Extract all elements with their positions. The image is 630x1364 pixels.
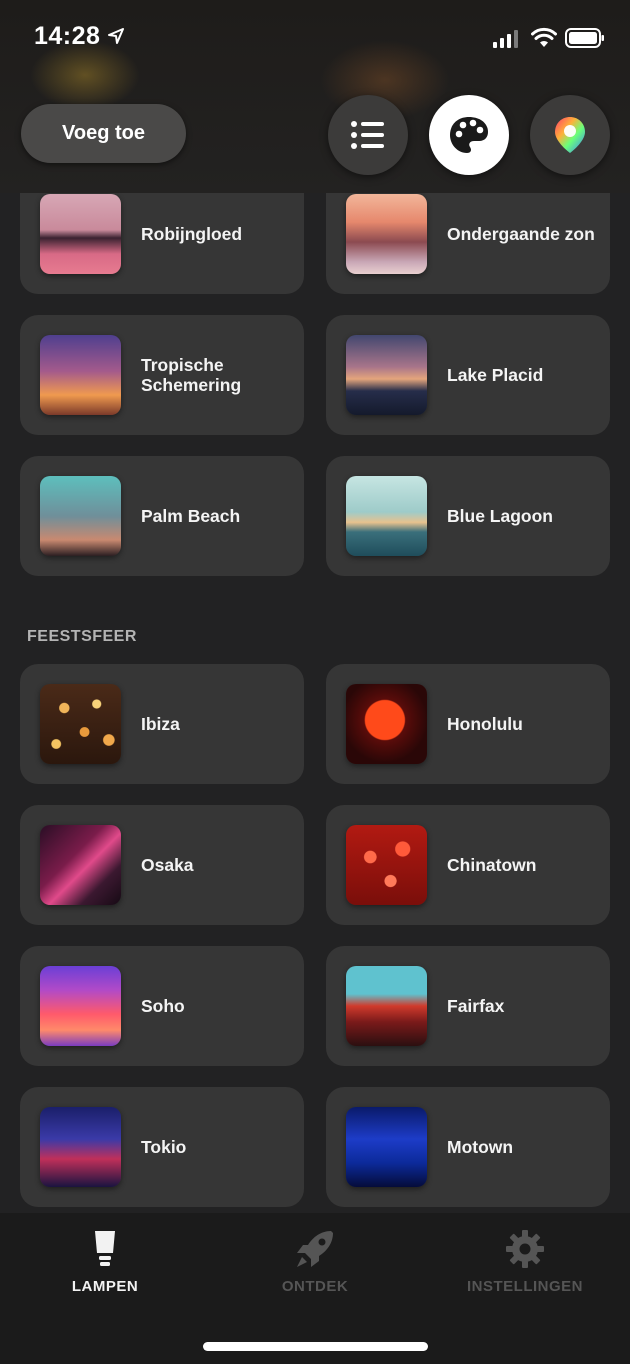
- scene-thumbnail: [40, 684, 121, 764]
- section-title-feestsfeer: FEESTSFEER: [27, 628, 137, 645]
- scene-thumbnail: [40, 966, 121, 1046]
- rocket-icon: [297, 1231, 333, 1267]
- home-indicator[interactable]: [203, 1342, 428, 1351]
- location-arrow-icon: [108, 28, 124, 44]
- scene-label: Tokio: [141, 1137, 187, 1157]
- scene-thumbnail: [346, 1107, 427, 1187]
- scene-thumbnail: [346, 966, 427, 1046]
- nav-label: LAMPEN: [71, 1278, 139, 1295]
- scene-label: Osaka: [141, 855, 194, 875]
- scene-card-osaka[interactable]: Osaka: [20, 805, 304, 925]
- scene-thumbnail: [40, 476, 121, 556]
- scene-thumbnail: [346, 684, 427, 764]
- scene-grid: Robijngloed Ondergaande zon Tropische Sc…: [0, 0, 630, 1364]
- cellular-signal-icon: [493, 30, 518, 48]
- scene-label: Ibiza: [141, 714, 180, 734]
- scene-thumbnail: [346, 194, 427, 274]
- nav-label: ONTDEK: [281, 1278, 349, 1295]
- scene-label: Blue Lagoon: [447, 506, 553, 526]
- scene-label: Motown: [447, 1137, 514, 1157]
- nav-tab-lampen[interactable]: LAMPEN: [0, 1213, 210, 1323]
- scene-thumbnail: [40, 1107, 121, 1187]
- color-pin-icon: [555, 117, 585, 153]
- scene-label: Tropische Schemering: [141, 355, 242, 395]
- scene-card-blue-lagoon[interactable]: Blue Lagoon: [326, 456, 610, 576]
- scene-card-ibiza[interactable]: Ibiza: [20, 664, 304, 784]
- scene-label: Lake Placid: [447, 365, 544, 385]
- wifi-icon: [531, 27, 557, 47]
- scene-thumbnail: [346, 476, 427, 556]
- status-time: 14:28: [34, 22, 101, 50]
- scene-card-honolulu[interactable]: Honolulu: [326, 664, 610, 784]
- scene-label: Honolulu: [447, 714, 523, 734]
- scene-label: Chinatown: [447, 855, 537, 875]
- scene-thumbnail: [346, 825, 427, 905]
- add-button[interactable]: Voeg toe: [21, 104, 186, 163]
- scene-card-fairfax[interactable]: Fairfax: [326, 946, 610, 1066]
- list-view-button[interactable]: [328, 95, 408, 175]
- nav-label: INSTELLINGEN: [466, 1278, 583, 1295]
- battery-icon: [565, 28, 604, 48]
- scene-thumbnail: [346, 335, 427, 415]
- scene-thumbnail: [40, 825, 121, 905]
- lamp-bulb-icon: [95, 1231, 115, 1266]
- scene-card-lake-placid[interactable]: Lake Placid: [326, 315, 610, 435]
- scene-palette-button[interactable]: [429, 95, 509, 175]
- scene-label: Soho: [141, 996, 185, 1016]
- scene-card-tropische-schemering[interactable]: Tropische Schemering: [20, 315, 304, 435]
- scene-thumbnail: [40, 194, 121, 274]
- gear-icon: [506, 1230, 544, 1268]
- scene-card-chinatown[interactable]: Chinatown: [326, 805, 610, 925]
- scene-card-soho[interactable]: Soho: [20, 946, 304, 1066]
- header: 14:28 Voeg toe: [0, 0, 630, 193]
- scene-label: Fairfax: [447, 996, 505, 1016]
- scene-label: Palm Beach: [141, 506, 241, 526]
- color-picker-button[interactable]: [530, 95, 610, 175]
- scene-card-palm-beach[interactable]: Palm Beach: [20, 456, 304, 576]
- scene-card-motown[interactable]: Motown: [326, 1087, 610, 1207]
- scene-thumbnail: [40, 335, 121, 415]
- nav-tab-ontdek[interactable]: ONTDEK: [210, 1213, 420, 1323]
- nav-tab-instellingen[interactable]: INSTELLINGEN: [420, 1213, 630, 1323]
- palette-icon: [450, 117, 488, 153]
- scene-card-tokio[interactable]: Tokio: [20, 1087, 304, 1207]
- list-icon: [351, 121, 384, 149]
